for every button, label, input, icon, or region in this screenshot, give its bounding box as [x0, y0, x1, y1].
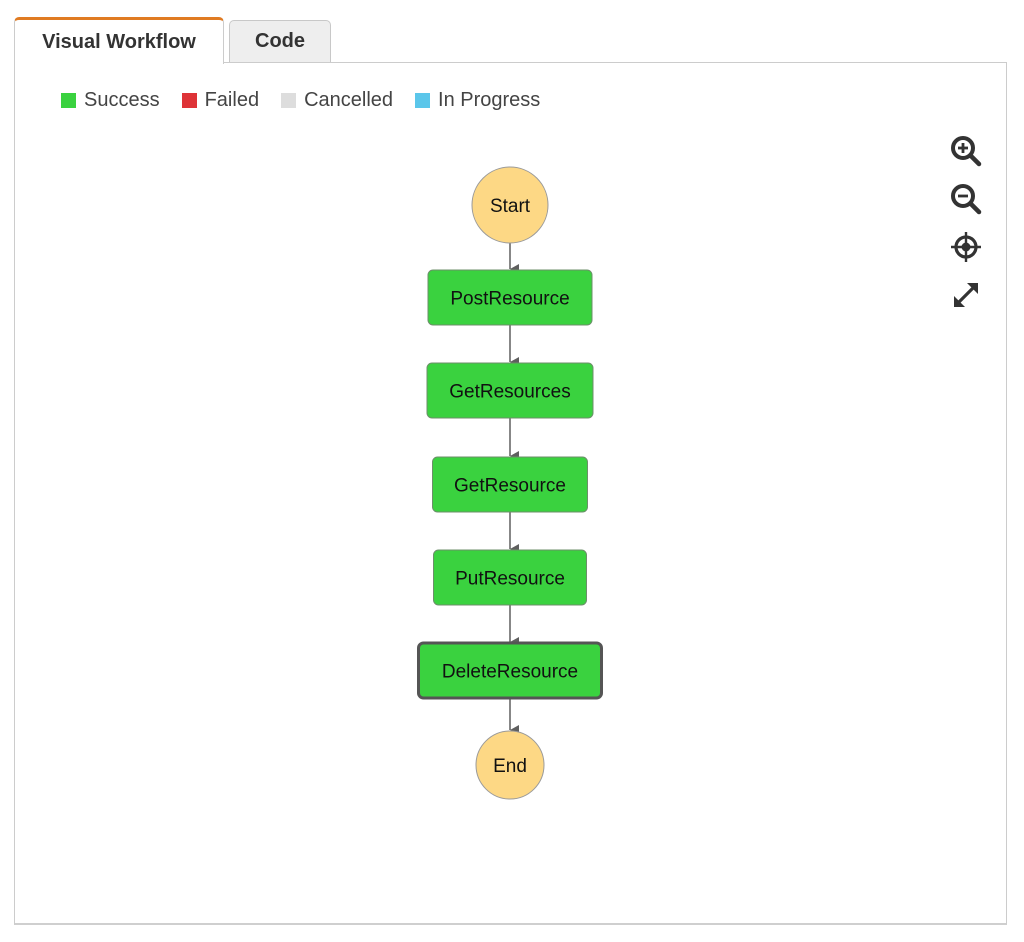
expand-button[interactable]	[948, 277, 984, 313]
node-get-resource[interactable]: GetResource	[432, 456, 588, 513]
tab-visual-workflow[interactable]: Visual Workflow	[14, 17, 224, 64]
zoom-in-button[interactable]	[948, 133, 984, 169]
legend-item-in-progress: In Progress	[415, 89, 540, 112]
node-label: GetResources	[449, 382, 570, 403]
node-delete-resource[interactable]: DeleteResource	[417, 641, 603, 700]
zoom-out-icon	[951, 184, 982, 215]
node-label: PostResource	[450, 289, 569, 310]
node-end[interactable]: End	[475, 730, 545, 800]
node-label: Start	[490, 196, 531, 217]
success-swatch	[61, 93, 76, 108]
node-get-resources[interactable]: GetResources	[426, 362, 594, 419]
node-label: DeleteResource	[442, 662, 578, 683]
node-label: GetResource	[454, 476, 566, 497]
node-label: End	[493, 756, 527, 777]
graph-controls	[948, 133, 984, 325]
legend-item-success: Success	[61, 89, 160, 112]
crosshair-icon	[951, 232, 981, 262]
tab-code[interactable]: Code	[229, 20, 331, 62]
center-button[interactable]	[948, 229, 984, 265]
legend-label: Failed	[204, 89, 260, 111]
legend-item-cancelled: Cancelled	[281, 89, 393, 112]
legend-item-failed: Failed	[181, 89, 260, 112]
failed-swatch	[181, 93, 197, 108]
node-post-resource[interactable]: PostResource	[427, 269, 593, 326]
cancelled-swatch	[281, 93, 297, 108]
zoom-out-button[interactable]	[948, 181, 984, 217]
node-label: PutResource	[455, 569, 565, 590]
legend-label: Cancelled	[304, 89, 394, 111]
expand-arrows-icon	[954, 283, 978, 307]
zoom-in-icon	[951, 136, 982, 167]
legend-label: Success	[84, 89, 160, 111]
in-progress-swatch	[415, 93, 431, 108]
node-start[interactable]: Start	[471, 166, 549, 244]
node-put-resource[interactable]: PutResource	[433, 549, 587, 606]
legend-label: In Progress	[438, 89, 541, 111]
status-legend: Success Failed Cancelled In Progress	[61, 89, 562, 112]
